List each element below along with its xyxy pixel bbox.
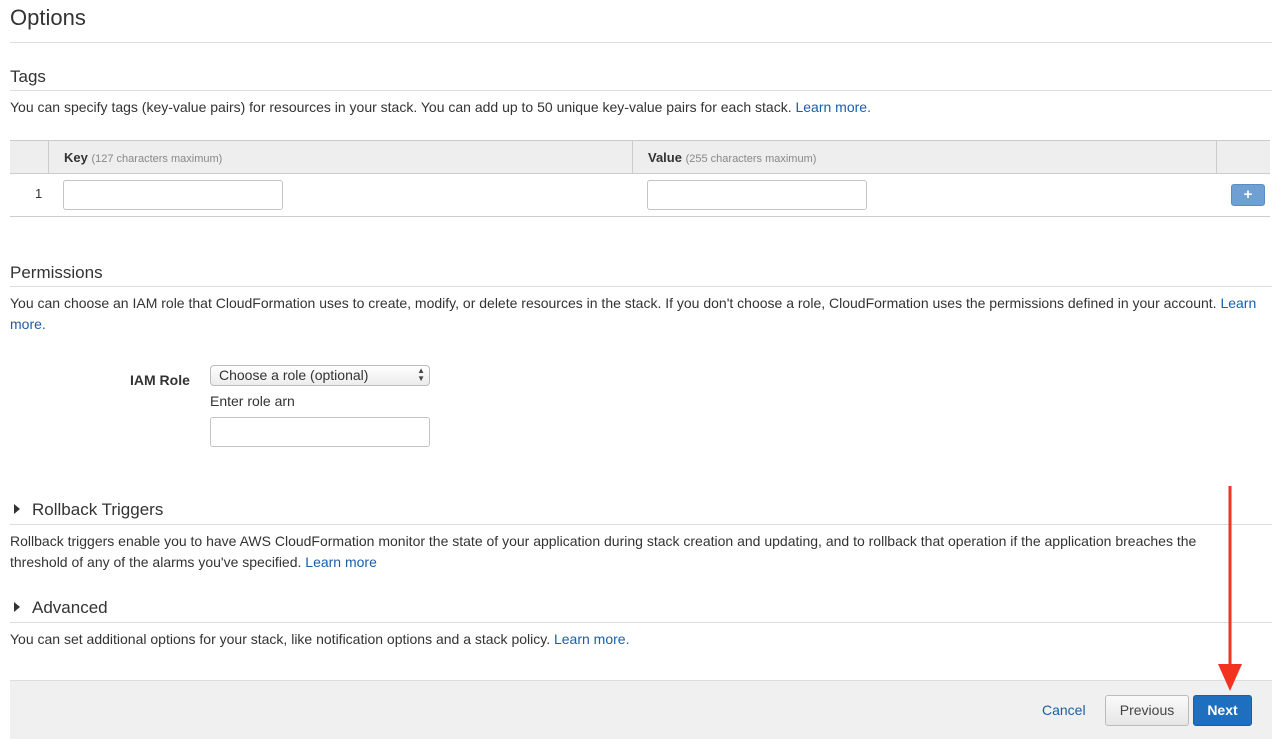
advanced-divider — [10, 622, 1272, 623]
key-column-label: Key — [64, 150, 88, 165]
rollback-triggers-toggle[interactable]: Rollback Triggers — [14, 500, 163, 520]
table-row: 1 + — [10, 174, 1270, 217]
tags-section-title: Tags — [10, 67, 46, 86]
advanced-learn-more-link[interactable]: Learn more. — [554, 631, 629, 647]
previous-button[interactable]: Previous — [1105, 695, 1189, 726]
tags-learn-more-link[interactable]: Learn more. — [795, 99, 870, 115]
role-arn-input[interactable] — [210, 417, 430, 447]
enter-role-arn-label: Enter role arn — [210, 393, 295, 409]
iam-role-label: IAM Role — [130, 372, 190, 388]
tags-divider — [10, 90, 1272, 91]
permissions-divider — [10, 286, 1272, 287]
value-column-label: Value — [648, 150, 682, 165]
column-divider — [48, 141, 49, 174]
cancel-button[interactable]: Cancel — [1042, 702, 1086, 718]
rollback-description-text: Rollback triggers enable you to have AWS… — [10, 533, 1197, 570]
red-down-arrow — [1218, 486, 1242, 691]
page-title: Options — [10, 5, 86, 30]
value-column-header: Value (255 characters maximum) — [648, 141, 816, 174]
row-number: 1 — [35, 186, 43, 201]
add-tag-button[interactable]: + — [1231, 184, 1265, 206]
advanced-description: You can set additional options for your … — [10, 629, 1272, 650]
tag-value-input[interactable] — [647, 180, 867, 210]
plus-icon: + — [1243, 186, 1253, 203]
tags-table-header: Key (127 characters maximum) Value (255 … — [10, 140, 1270, 174]
caret-right-icon — [14, 503, 20, 514]
rollback-divider — [10, 524, 1272, 525]
select-arrows-icon: ▲ ▼ — [417, 366, 425, 383]
advanced-toggle[interactable]: Advanced — [14, 598, 108, 618]
value-column-hint: (255 characters maximum) — [685, 153, 817, 165]
tags-description: You can specify tags (key-value pairs) f… — [10, 97, 1272, 118]
title-divider — [10, 42, 1272, 43]
advanced-section-title: Advanced — [32, 598, 108, 617]
key-column-header: Key (127 characters maximum) — [64, 141, 222, 174]
tags-description-text: You can specify tags (key-value pairs) f… — [10, 99, 792, 115]
rollback-section-title: Rollback Triggers — [32, 500, 164, 519]
tag-key-input[interactable] — [63, 180, 283, 210]
caret-right-icon — [14, 601, 20, 612]
key-column-hint: (127 characters maximum) — [91, 153, 223, 165]
permissions-description-text: You can choose an IAM role that CloudFor… — [10, 295, 1217, 311]
column-divider — [1216, 141, 1217, 174]
advanced-description-text: You can set additional options for your … — [10, 631, 551, 647]
wizard-footer: Cancel Previous Next — [10, 680, 1272, 739]
iam-role-select[interactable]: Choose a role (optional) ▲ ▼ — [210, 365, 430, 386]
options-page: Options Tags You can specify tags (key-v… — [0, 0, 1280, 739]
iam-role-select-value: Choose a role (optional) — [219, 367, 369, 383]
tags-table: Key (127 characters maximum) Value (255 … — [10, 140, 1270, 217]
rollback-description: Rollback triggers enable you to have AWS… — [10, 531, 1230, 573]
rollback-learn-more-link[interactable]: Learn more — [305, 554, 377, 570]
column-divider — [632, 141, 633, 174]
next-button[interactable]: Next — [1193, 695, 1252, 726]
permissions-description: You can choose an IAM role that CloudFor… — [10, 293, 1272, 335]
permissions-section-title: Permissions — [10, 263, 103, 282]
